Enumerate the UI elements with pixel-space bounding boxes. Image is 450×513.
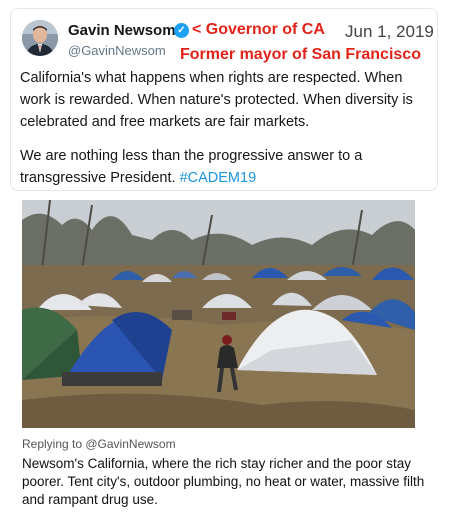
avatar[interactable] bbox=[22, 20, 58, 56]
tweet-paragraph-1: California's what happens when rights ar… bbox=[20, 70, 413, 130]
tweet-card[interactable]: Gavin Newsom ✓ < Governor of CA Jun 1, 2… bbox=[10, 8, 438, 191]
tweet-text: California's what happens when rights ar… bbox=[20, 67, 435, 201]
hashtag-link[interactable]: #CADEM19 bbox=[180, 170, 257, 186]
annotation-governor: < Governor of CA bbox=[192, 21, 325, 38]
annotation-former-mayor: Former mayor of San Francisco bbox=[180, 46, 421, 63]
tent-encampment-photo bbox=[22, 200, 415, 428]
tweet-paragraph-2: We are nothing less than the progressive… bbox=[20, 145, 435, 189]
tweet-date[interactable]: Jun 1, 2019 bbox=[345, 22, 434, 42]
photo-image bbox=[22, 200, 415, 428]
user-handle[interactable]: @GavinNewsom bbox=[68, 43, 166, 58]
reply-text: Newsom's California, where the rich stay… bbox=[22, 456, 425, 507]
replying-to-label[interactable]: Replying to @GavinNewsom bbox=[22, 437, 176, 451]
display-name[interactable]: Gavin Newsom bbox=[68, 22, 176, 39]
avatar-image bbox=[22, 20, 58, 56]
verified-badge-icon: ✓ bbox=[174, 23, 189, 38]
